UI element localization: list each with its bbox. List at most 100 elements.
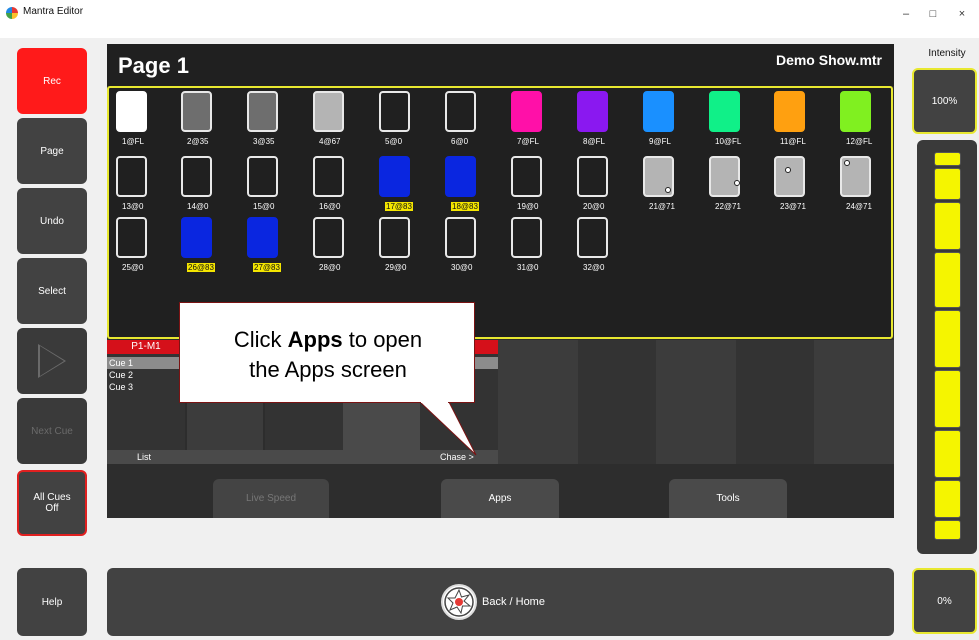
intensity-label: Intensity (928, 48, 966, 59)
fader-segment (934, 310, 961, 368)
fixture-tile[interactable]: 4@67 (313, 91, 357, 149)
fixture-tile[interactable]: 19@0 (511, 156, 555, 214)
fixture-swatch (577, 91, 608, 132)
fader-segment (934, 430, 961, 478)
fixture-label: 29@0 (385, 263, 407, 272)
fixture-tile[interactable]: 18@83 (445, 156, 489, 214)
fader-segment (934, 520, 961, 540)
undo-button[interactable]: Undo (17, 188, 87, 254)
fixture-tile[interactable]: 7@FL (511, 91, 555, 149)
position-dot (844, 160, 850, 166)
fixture-tile[interactable]: 10@FL (709, 91, 753, 149)
fixture-label: 17@83 (385, 202, 413, 211)
fixture-tile[interactable]: 17@83 (379, 156, 423, 214)
play-button[interactable] (17, 328, 87, 394)
cue-item[interactable]: Cue 2 (107, 369, 185, 381)
fixture-swatch (313, 217, 344, 258)
fixture-tile[interactable]: 5@0 (379, 91, 423, 149)
fixture-label: 27@83 (253, 263, 281, 272)
callout-text: Click Apps to open the Apps screen (180, 325, 476, 385)
fixture-label: 20@0 (583, 202, 605, 211)
fixture-tile[interactable]: 27@83 (247, 217, 291, 275)
fixture-label: 9@FL (649, 137, 671, 146)
fixture-swatch (379, 217, 410, 258)
fixture-tile[interactable]: 14@0 (181, 156, 225, 214)
fixture-tile[interactable]: 8@FL (577, 91, 621, 149)
fixture-swatch (247, 91, 278, 132)
fixture-tile[interactable]: 13@0 (116, 156, 160, 214)
fixture-tile[interactable]: 28@0 (313, 217, 357, 275)
fixture-swatch (511, 217, 542, 258)
tab-chase[interactable]: Chase > (420, 450, 498, 464)
next-cue-button[interactable]: Next Cue (17, 398, 87, 464)
fixture-tile[interactable]: 24@71 (840, 156, 884, 214)
fixture-tile[interactable]: 26@83 (181, 217, 225, 275)
back-home-label: Back / Home (482, 596, 545, 608)
apps-button[interactable]: Apps (441, 479, 559, 518)
fixture-label: 2@35 (187, 137, 209, 146)
fixture-label: 8@FL (583, 137, 605, 146)
cue-column (498, 340, 578, 464)
fixture-swatch (709, 91, 740, 132)
fixture-label: 18@83 (451, 202, 479, 211)
page-button[interactable]: Page (17, 118, 87, 184)
tools-button[interactable]: Tools (669, 479, 787, 518)
cue-list-header[interactable]: P1-M1 (107, 340, 185, 354)
fixture-tile[interactable]: 6@0 (445, 91, 489, 149)
fixture-label: 3@35 (253, 137, 275, 146)
cue-item[interactable]: Cue 3 (107, 381, 185, 393)
fixture-tile[interactable]: 1@FL (116, 91, 160, 149)
fixture-tile[interactable]: 25@0 (116, 217, 160, 275)
cue-item[interactable]: Cue 1 (107, 357, 185, 369)
fader-segment (934, 370, 961, 428)
fixture-label: 16@0 (319, 202, 341, 211)
fixture-tile[interactable]: 12@FL (840, 91, 884, 149)
fixture-tile[interactable]: 11@FL (774, 91, 818, 149)
fixture-tile[interactable]: 3@35 (247, 91, 291, 149)
fixture-tile[interactable]: 15@0 (247, 156, 291, 214)
fixture-tile[interactable]: 2@35 (181, 91, 225, 149)
tab-list[interactable]: List (107, 450, 343, 464)
live-speed-button[interactable]: Live Speed (213, 479, 329, 518)
fixture-swatch (774, 91, 805, 132)
fixture-tile[interactable]: 21@71 (643, 156, 687, 214)
cue-column (814, 340, 894, 464)
close-button[interactable]: × (947, 4, 977, 24)
minimize-button[interactable]: – (891, 4, 921, 24)
fixture-tile[interactable]: 29@0 (379, 217, 423, 275)
intensity-fader[interactable] (917, 140, 977, 554)
page-header: Page 1 Demo Show.mtr (107, 44, 894, 86)
cue-column (736, 340, 814, 464)
fixture-tile[interactable]: 22@71 (709, 156, 753, 214)
page-title: Page 1 (118, 53, 189, 78)
fixture-tile[interactable]: 16@0 (313, 156, 357, 214)
callout-line2: the Apps screen (249, 357, 407, 382)
fixture-swatch (181, 217, 212, 258)
fixture-label: 11@FL (780, 137, 806, 146)
fixture-label: 13@0 (122, 202, 144, 211)
fixture-tile[interactable]: 31@0 (511, 217, 555, 275)
maximize-button[interactable]: □ (918, 4, 948, 24)
fixture-tile[interactable]: 30@0 (445, 217, 489, 275)
intensity-full-button[interactable]: 100% (912, 68, 977, 134)
home-logo-icon[interactable] (441, 584, 477, 620)
fader-segment (934, 152, 961, 166)
intensity-zero-button[interactable]: 0% (912, 568, 977, 634)
fixture-label: 25@0 (122, 263, 144, 272)
fixture-tile[interactable]: 23@71 (774, 156, 818, 214)
fixture-swatch (181, 91, 212, 132)
app-logo-icon (6, 7, 18, 19)
window-title: Mantra Editor (23, 6, 84, 17)
fixture-tile[interactable]: 20@0 (577, 156, 621, 214)
fixture-swatch (445, 91, 476, 132)
fader-segment (934, 202, 961, 250)
fixture-tile[interactable]: 32@0 (577, 217, 621, 275)
fixture-label: 22@71 (715, 202, 741, 211)
rec-button[interactable]: Rec (17, 48, 87, 114)
help-button[interactable]: Help (17, 568, 87, 636)
fixture-label: 24@71 (846, 202, 872, 211)
select-button[interactable]: Select (17, 258, 87, 324)
fixture-swatch (116, 217, 147, 258)
fixture-tile[interactable]: 9@FL (643, 91, 687, 149)
all-cues-off-button[interactable]: All Cues Off (17, 470, 87, 536)
